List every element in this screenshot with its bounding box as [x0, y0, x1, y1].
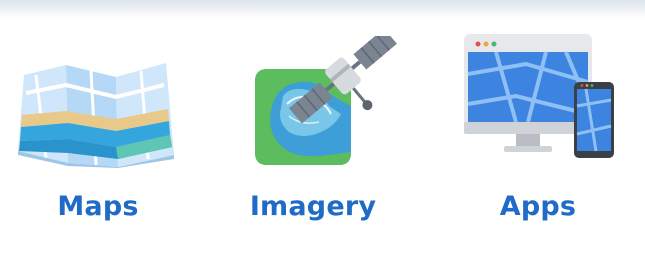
content-tiles: Maps Imagery Apps	[0, 0, 645, 263]
tile-apps[interactable]: Apps	[448, 28, 628, 238]
tile-imagery[interactable]: Imagery	[223, 28, 403, 238]
folded-map-icon	[18, 63, 174, 168]
tile-label-maps: Maps	[57, 191, 139, 222]
devices-map-app-icon	[464, 34, 614, 158]
satellite-imagery-icon	[255, 36, 397, 165]
tile-label-apps: Apps	[499, 191, 577, 222]
tile-maps[interactable]: Maps	[8, 28, 188, 238]
tile-label-imagery: Imagery	[249, 191, 377, 222]
